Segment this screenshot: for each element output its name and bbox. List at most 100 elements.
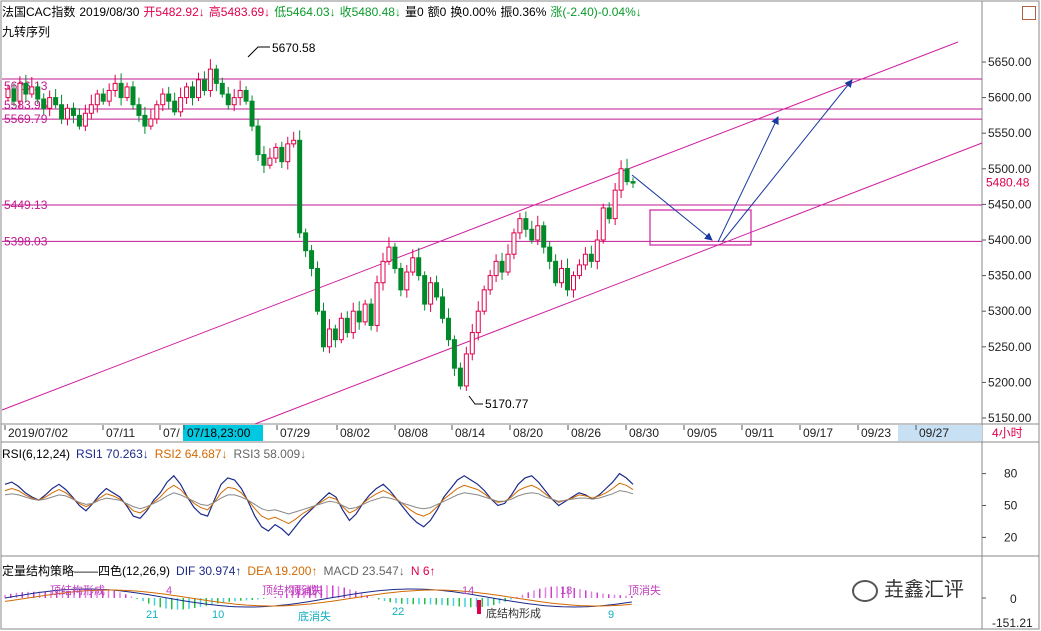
subtitle-label: 九转序列 [2,25,51,39]
candle-body [225,93,231,106]
candle-body [172,100,178,113]
candle-body [303,232,309,252]
candle-body [136,104,142,116]
candle-body [195,79,201,99]
arrow-down [631,174,713,241]
time-label: 07/18,23:00 [187,426,251,440]
candle-body [35,86,41,100]
macd-marker: 14 [462,585,474,597]
rsi2-line [4,482,634,525]
low-value: 低5464.03↓ [274,5,336,19]
candle-body [517,218,523,234]
change-value: 涨(-2.40)-0.04%↓ [550,5,642,19]
candle-body [535,225,541,241]
macd-marker: 9 [608,609,614,621]
candle-body [404,271,410,291]
candle-body [445,317,451,341]
candle-body [398,267,404,291]
macd-marker: 底结构形成 [486,606,541,620]
time-label: 07/29 [280,426,310,440]
candle-body [23,82,29,95]
price-axis: 5650.00 5600.00 5550.00 5500.00 5450.00 5400.… [982,55,1032,425]
candle-body [88,104,94,114]
candle-body [279,146,285,163]
candle-body [291,139,297,145]
candle-body [267,157,273,166]
price-tick-label: 5600.00 [988,91,1032,105]
rsi-panel: 80 50 20 [4,467,1018,544]
macd-title: 定量结构策略——四色(12,26,9) [2,564,171,578]
candle-body [362,303,368,323]
candle-body [440,296,446,319]
turnover-value: 换0.00% [450,5,497,19]
candle-body [76,114,82,127]
time-label: 08/30 [629,426,659,440]
candle-body [213,68,219,84]
candle-body [481,289,487,312]
low-pointer [468,395,483,405]
price-tick-label: 5650.00 [988,55,1032,69]
level-lines: 5626.135583.965569.795449.135398.03 [2,78,982,248]
high-pointer [247,46,270,58]
candle-body [374,282,380,326]
candle-body [148,118,154,127]
arrow-up-1 [717,116,779,243]
candle-body [201,79,207,91]
low-label: 5170.77 [485,397,529,411]
candle-body [47,97,53,109]
candle-body [184,86,190,99]
level-label: 5569.79 [4,112,48,126]
candle-body [559,267,565,284]
price-tick-label: 5400.00 [988,233,1032,247]
chart-canvas[interactable]: 5626.135583.965569.795449.135398.03 5670… [0,0,1041,631]
candle-body [541,225,547,248]
rsi-title: RSI(6,12,24) [2,447,71,461]
candle-body [231,97,237,106]
header-bar: 法国CAC指数 2019/08/30 开5482.92↓ 高5483.69↓ 低5464… [2,3,646,20]
high-label: 5670.58 [272,41,316,55]
candle-body [249,100,255,127]
time-label: 08/02 [340,426,370,440]
rsi-title-bar: RSI(6,12,24) RSI1 70.263↓ RSI2 64.687↓ RSI3… [2,447,312,461]
candle-body [5,88,11,99]
candle-body [315,267,321,312]
time-axis: 2019/07/02 07/11 07/07/18,23:00 07/29 08/02 0… [4,425,1023,441]
price-tick-label: 5250.00 [988,340,1032,354]
price-grid [0,0,1040,630]
time-label: 09/05 [687,426,717,440]
level-label: 5449.13 [4,198,48,212]
candle-body [594,239,600,262]
candle-body [356,310,362,323]
candle-body [612,189,618,220]
instrument-name: 法国CAC指数 [2,5,76,19]
price-tick-label: 5550.00 [988,126,1032,140]
amount-value: 额0 [427,5,447,19]
candle-body [82,112,88,127]
candle-body [547,246,553,262]
candle-body [261,154,267,166]
time-label: 09/17 [803,426,833,440]
candle-body [70,107,76,116]
candle-body [475,310,481,334]
candle-body [112,82,118,91]
candle-body [457,367,463,387]
rsi-tick-label: 80 [1004,467,1018,481]
annotations: 5670.58 5170.77 [247,41,529,411]
candle-body [207,68,213,91]
candle-body [285,143,291,163]
channel-lines [1,41,983,425]
candle-body [297,139,303,234]
candle-body [463,353,469,387]
period-label: 4小时 [992,426,1023,440]
candle-body [65,107,71,120]
time-label: 2019/07/02 [8,426,68,440]
candle-body [392,246,398,269]
rsi-tick-label: 50 [1004,499,1018,513]
macd-min-label: -151.21 [992,616,1033,630]
candle-body [523,218,529,230]
candle-body [570,275,576,291]
dif-value: DIF 30.974↑ [176,564,242,578]
macd-marker: 18 [560,585,572,597]
maximize-icon[interactable] [1022,6,1036,20]
candle-body [100,93,106,102]
